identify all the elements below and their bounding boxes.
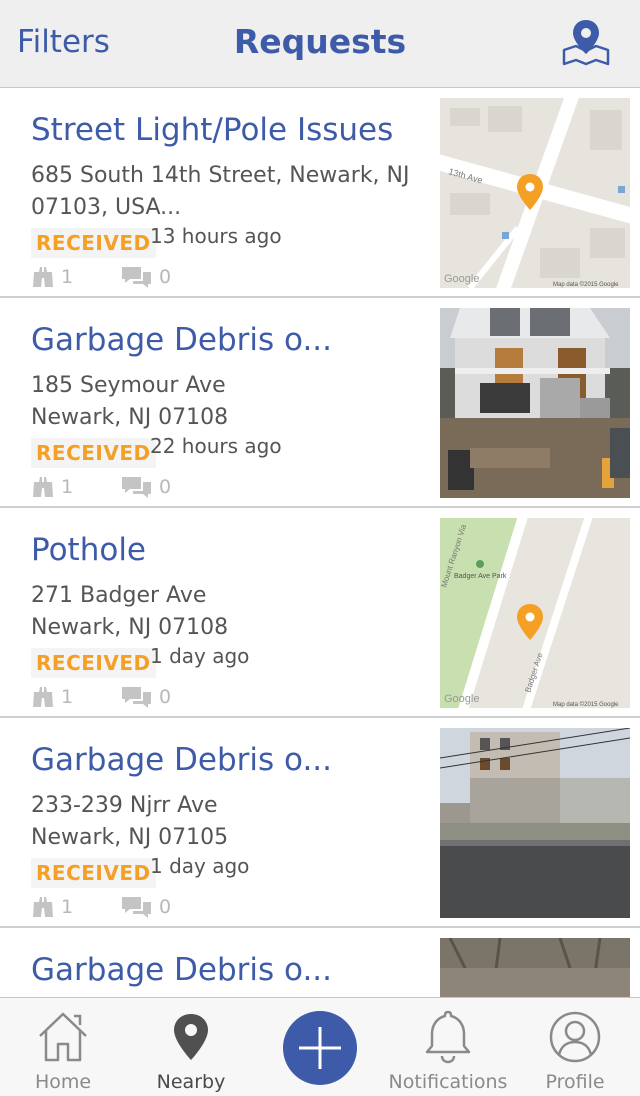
nav-header: Filters Requests xyxy=(0,0,640,88)
tab-nearby-label: Nearby xyxy=(156,1071,226,1093)
map-park-label: Badger Ave Park xyxy=(454,573,507,580)
status-badge: RECEIVED xyxy=(31,438,156,468)
binoculars-icon xyxy=(33,477,53,497)
address-line-1: 185 Seymour Ave xyxy=(31,373,226,398)
tab-bar: Home Nearby Notifications Profile xyxy=(0,997,640,1096)
request-title: Street Light/Pole Issues xyxy=(31,112,394,148)
map-google-label: Google xyxy=(444,693,479,705)
tab-home[interactable]: Home xyxy=(18,998,108,1096)
add-request-button[interactable] xyxy=(283,1011,357,1085)
address-line-1: 233-239 Njrr Ave xyxy=(31,793,218,818)
location-pin-icon xyxy=(174,1014,208,1060)
binoculars-icon xyxy=(33,687,53,707)
request-time: 22 hours ago xyxy=(150,434,282,458)
request-title: Pothole xyxy=(31,532,147,568)
comments-icon xyxy=(122,897,151,918)
tab-notifications-label: Notifications xyxy=(388,1071,508,1093)
tab-profile-label: Profile xyxy=(545,1071,605,1093)
profile-icon xyxy=(549,1011,601,1063)
map-view-button[interactable] xyxy=(558,18,614,68)
comments-icon xyxy=(122,267,151,288)
request-row[interactable]: Garbage Debris o... xyxy=(0,928,640,997)
tab-notifications[interactable]: Notifications xyxy=(384,998,512,1096)
request-thumbnail-photo[interactable] xyxy=(440,728,630,918)
address-line-2: Newark, NJ 07105 xyxy=(31,825,229,850)
request-title: Garbage Debris o... xyxy=(31,322,333,358)
address-line-2: Newark, NJ 07108 xyxy=(31,405,229,430)
request-title: Garbage Debris o... xyxy=(31,742,333,778)
home-icon xyxy=(39,1012,87,1062)
status-badge: RECEIVED xyxy=(31,648,156,678)
request-thumbnail-photo[interactable] xyxy=(440,938,630,997)
request-address: 271 Badger Ave Newark, NJ 07108 xyxy=(31,580,411,644)
address-line-2: Newark, NJ 07108 xyxy=(31,615,229,640)
plus-icon xyxy=(299,1027,341,1069)
status-badge: RECEIVED xyxy=(31,228,156,258)
request-row[interactable]: Pothole 271 Badger Ave Newark, NJ 07108 … xyxy=(0,508,640,718)
address-line-1: 685 South 14th Street, Newark, NJ xyxy=(31,163,410,188)
request-time: 1 day ago xyxy=(150,854,250,878)
page-title: Requests xyxy=(233,22,407,61)
tab-nearby[interactable]: Nearby xyxy=(146,998,236,1096)
request-title: Garbage Debris o... xyxy=(31,952,333,988)
request-address: 685 South 14th Street, Newark, NJ 07103,… xyxy=(31,160,411,224)
request-time: 1 day ago xyxy=(150,644,250,668)
tab-profile[interactable]: Profile xyxy=(530,998,620,1096)
comments-icon xyxy=(122,687,151,708)
status-badge: RECEIVED xyxy=(31,858,156,888)
map-pin-icon xyxy=(562,20,610,66)
request-thumbnail-map[interactable]: 13th Ave Google Map data ©2015 Google xyxy=(440,98,630,288)
request-thumbnail-map[interactable]: Badger Ave Park Mount Ranyon Via Badger … xyxy=(440,518,630,708)
request-row[interactable]: Garbage Debris o... 185 Seymour Ave Newa… xyxy=(0,298,640,508)
address-line-2: 07103, USA... xyxy=(31,195,182,220)
tab-home-label: Home xyxy=(34,1071,92,1093)
map-google-label: Google xyxy=(444,273,479,285)
map-credit: Map data ©2015 Google xyxy=(553,701,619,708)
bell-icon xyxy=(425,1010,471,1064)
request-row[interactable]: Garbage Debris o... 233-239 Njrr Ave New… xyxy=(0,718,640,928)
address-line-1: 271 Badger Ave xyxy=(31,583,207,608)
request-time: 13 hours ago xyxy=(150,224,282,248)
binoculars-icon xyxy=(33,267,53,287)
comments-icon xyxy=(122,477,151,498)
map-credit: Map data ©2015 Google xyxy=(553,281,619,288)
request-thumbnail-photo[interactable] xyxy=(440,308,630,498)
request-address: 185 Seymour Ave Newark, NJ 07108 xyxy=(31,370,411,434)
request-row[interactable]: Street Light/Pole Issues 685 South 14th … xyxy=(0,88,640,298)
requests-list[interactable]: Street Light/Pole Issues 685 South 14th … xyxy=(0,88,640,997)
binoculars-icon xyxy=(33,897,53,917)
request-address: 233-239 Njrr Ave Newark, NJ 07105 xyxy=(31,790,411,854)
